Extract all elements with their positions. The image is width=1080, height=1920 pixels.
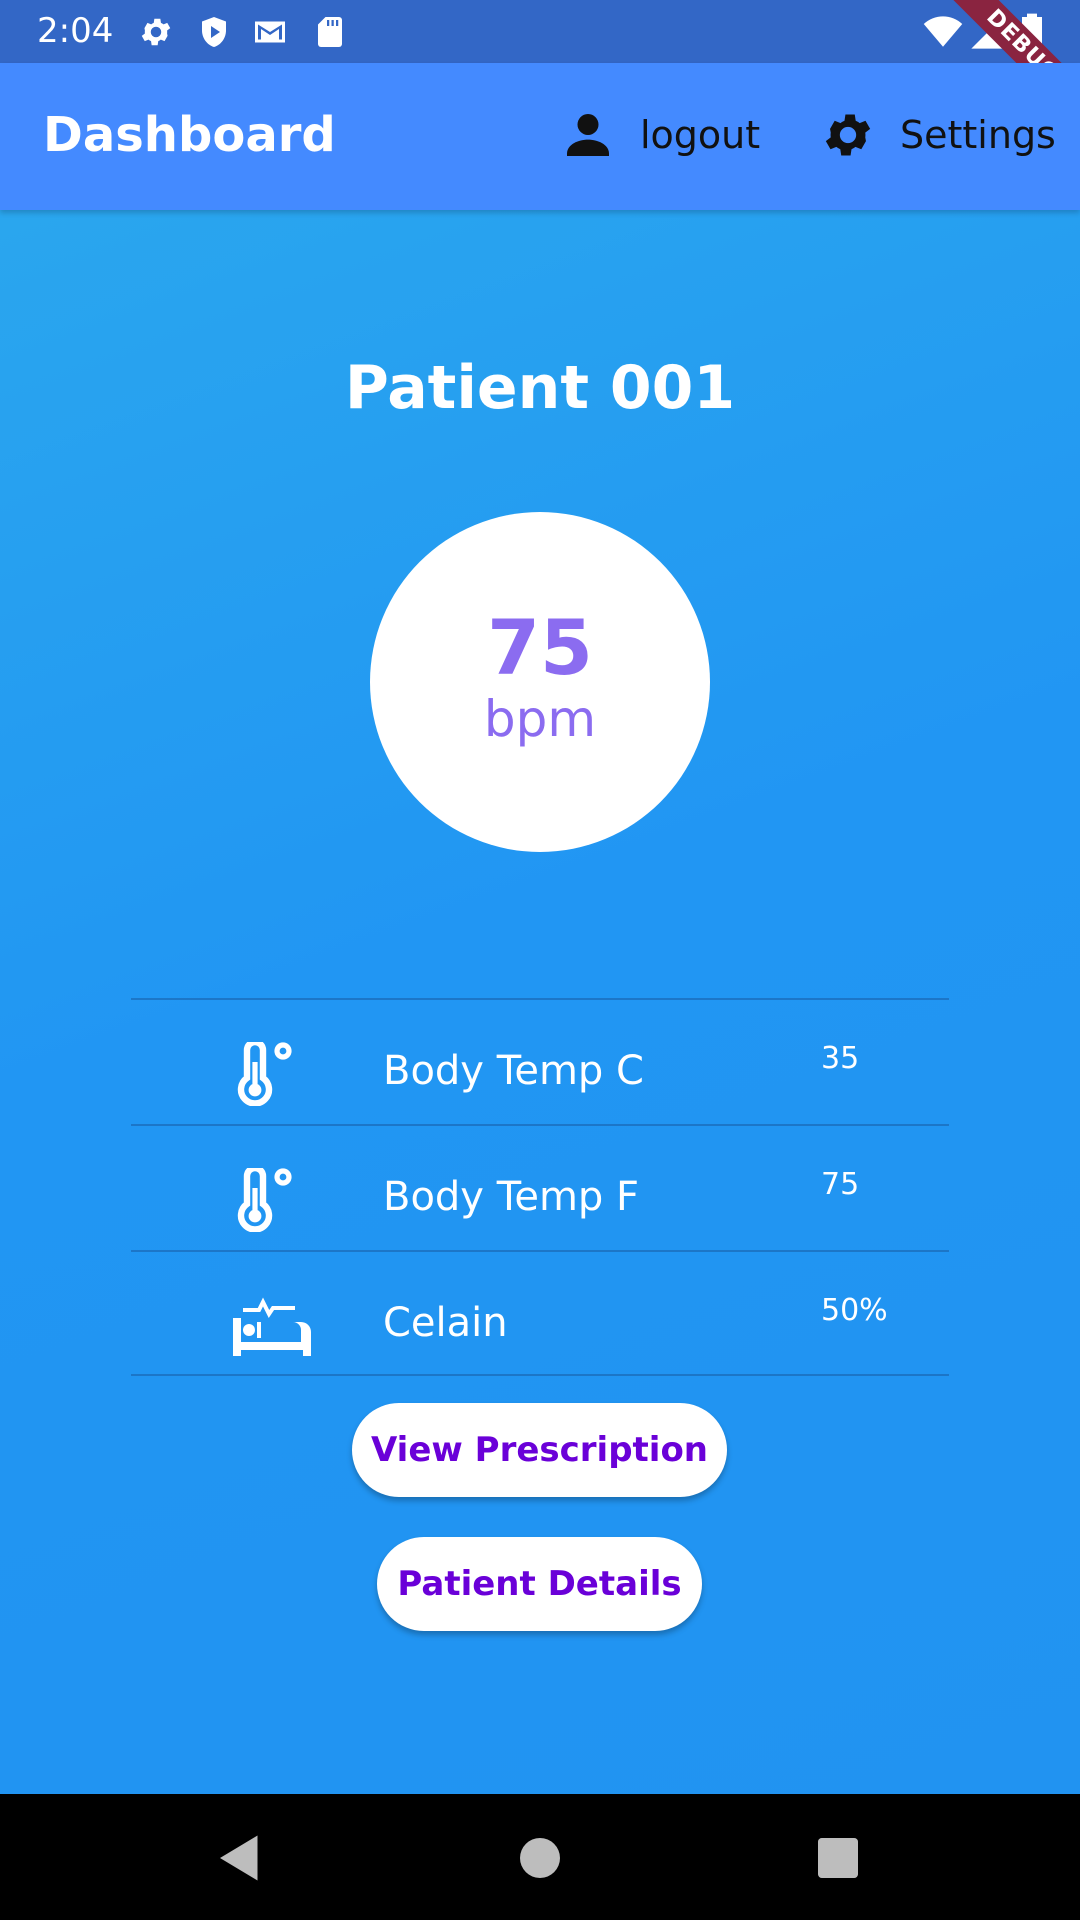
- heart-rate-unit: bpm: [483, 690, 597, 748]
- thermometer-icon: [237, 1168, 292, 1232]
- home-icon[interactable]: [510, 1828, 570, 1888]
- patient-details-button[interactable]: Patient Details: [377, 1537, 702, 1631]
- view-prescription-button[interactable]: View Prescription: [352, 1403, 727, 1497]
- vital-value: 35: [821, 1041, 860, 1076]
- vital-row-temp-c: Body Temp C 35: [131, 998, 949, 1124]
- gmail-icon: [255, 21, 285, 43]
- settings-button[interactable]: Settings: [820, 103, 1056, 167]
- vital-label: Celain: [383, 1300, 508, 1346]
- page-title: Dashboard: [43, 107, 336, 163]
- heart-rate-value: 75: [487, 603, 593, 692]
- status-bar: 2:04 DEBUG: [0, 0, 1080, 136]
- vital-label: Body Temp F: [383, 1174, 640, 1220]
- vital-label: Body Temp C: [383, 1048, 644, 1094]
- back-icon[interactable]: [210, 1828, 270, 1888]
- app-bar: Dashboard logout Settings: [0, 63, 1080, 210]
- dashboard-body: Patient 001 75 bpm Body Temp C 35 Body T…: [0, 210, 1080, 1794]
- hospital-bed-icon: [233, 1297, 311, 1356]
- vital-row-temp-f: Body Temp F 75: [131, 1124, 949, 1250]
- system-nav-bar: [0, 1794, 1080, 1920]
- logout-label: logout: [640, 113, 761, 157]
- logout-button[interactable]: logout: [560, 103, 760, 167]
- status-time: 2:04: [37, 11, 114, 51]
- vitals-list: Body Temp C 35 Body Temp F 75 Celain 50%: [131, 998, 949, 1376]
- patient-title: Patient 001: [344, 353, 736, 423]
- recents-icon[interactable]: [808, 1828, 868, 1888]
- thermometer-icon: [237, 1042, 292, 1106]
- heart-rate-display: 75 bpm: [370, 512, 710, 852]
- sd-card-icon: [318, 17, 342, 47]
- wifi-icon: [923, 16, 963, 47]
- play-protect-icon: [202, 17, 226, 47]
- person-icon: [567, 114, 609, 156]
- vital-value: 75: [821, 1167, 860, 1202]
- gear-icon: [141, 18, 171, 46]
- settings-label: Settings: [900, 113, 1056, 157]
- gear-icon: [825, 114, 871, 156]
- vital-row-celain: Celain 50%: [131, 1250, 949, 1376]
- vital-value: 50%: [821, 1293, 888, 1328]
